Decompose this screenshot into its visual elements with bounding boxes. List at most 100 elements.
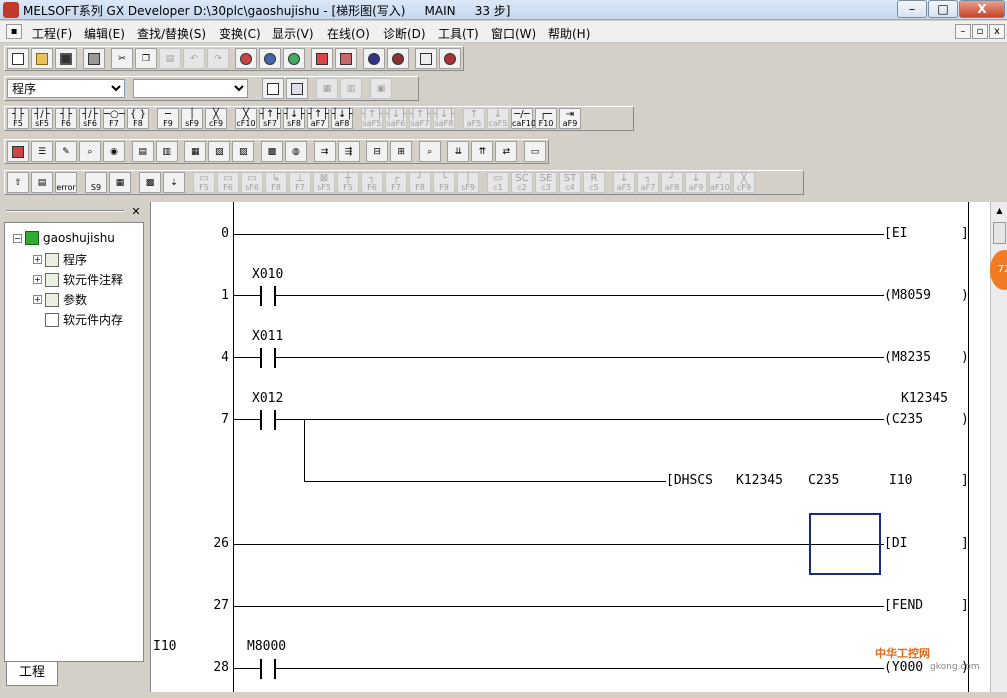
sfc-key-1[interactable]: ▭ F6 [217, 172, 239, 193]
menu-edit[interactable]: 编辑(E) [84, 25, 125, 42]
ladder-key-9[interactable]: ╳ cF10 [235, 108, 257, 129]
sfc-key-19[interactable]: ┘ aF8 [661, 172, 683, 193]
ladder-key-12[interactable]: ┤↑├ aF7 [307, 108, 329, 129]
plc-read-icon[interactable] [335, 48, 357, 69]
instruction-di[interactable]: [DI [884, 536, 907, 551]
coil-m8235[interactable]: (M8235 [884, 350, 931, 365]
ladder-editor[interactable]: 0 [EI ] X010 1 (M8059 ) X011 4 (M8235 ) … [150, 202, 990, 692]
sfc-key-9[interactable]: ┘ F8 [409, 172, 431, 193]
read-mode-icon[interactable]: ⌕ [79, 141, 101, 162]
sfc-transition-icon[interactable]: ▤ [31, 172, 53, 193]
monitor-mode-icon[interactable]: ◉ [103, 141, 125, 162]
tree-root[interactable]: − gaoshujishu [13, 231, 115, 245]
copy-icon[interactable]: ❐ [135, 48, 157, 69]
menu-diagnose[interactable]: 诊断(D) [383, 25, 426, 42]
convert-all-icon[interactable]: ⇶ [337, 141, 360, 162]
redo-icon[interactable]: ↷ [207, 48, 229, 69]
menu-help[interactable]: 帮助(H) [548, 25, 590, 42]
minimize-button[interactable]: – [897, 0, 927, 18]
insert-row-icon[interactable]: ⇊ [447, 141, 470, 162]
sfc-s1-icon[interactable]: S9 [85, 172, 107, 193]
ladder-key-15[interactable]: ┤↓├ saF6 [385, 108, 407, 129]
ladder-key-20[interactable]: ─/─ caF10 [511, 108, 536, 129]
menu-convert[interactable]: 变换(C) [219, 25, 261, 42]
maximize-button[interactable]: □ [928, 0, 958, 18]
sfc-key-10[interactable]: └ F9 [433, 172, 455, 193]
comment-display-icon[interactable]: ▤ [131, 141, 154, 162]
find-icon[interactable]: ⌕ [418, 141, 441, 162]
mdi-close-button[interactable]: x [989, 24, 1005, 39]
ladder-key-10[interactable]: ┤↑├ sF7 [259, 108, 281, 129]
delete-row-icon[interactable]: ⇈ [471, 141, 494, 162]
ladder-key-22[interactable]: ⇥ aF9 [559, 108, 581, 129]
zoom-in-icon[interactable]: ⊞ [390, 141, 413, 162]
ladder-mode-icon[interactable] [7, 141, 29, 162]
device-search-icon[interactable] [235, 48, 257, 69]
instruction-search-icon[interactable] [259, 48, 281, 69]
expand-icon[interactable]: + [33, 295, 42, 304]
write-mode-icon[interactable]: ✎ [55, 141, 77, 162]
sfc-sort-icon[interactable]: ⇣ [163, 172, 185, 193]
sfc-key-3[interactable]: ↳ F8 [265, 172, 287, 193]
ladder-key-0[interactable]: ┤├ F5 [7, 108, 29, 129]
ladder-key-6[interactable]: ─ F9 [157, 108, 179, 129]
ladder-key-18[interactable]: ↑ aF5 [463, 108, 485, 129]
sfc-grid-icon[interactable]: ▩ [139, 172, 161, 193]
collapse-icon[interactable]: − [13, 233, 22, 243]
sfc-block-icon[interactable]: ▦ [109, 172, 131, 193]
cut-icon[interactable]: ✂ [111, 48, 133, 69]
menu-view[interactable]: 显示(V) [272, 25, 314, 42]
ladder-key-7[interactable]: │ sF9 [181, 108, 203, 129]
edit-cursor[interactable] [809, 513, 881, 575]
instruction-dhscs[interactable]: [DHSCS [666, 473, 713, 488]
tree-item-parameter[interactable]: + 参数 [33, 291, 87, 308]
menu-tools[interactable]: 工具(T) [438, 25, 479, 42]
monitor-start-icon[interactable] [363, 48, 385, 69]
device-batch-icon[interactable]: ▧ [208, 141, 231, 162]
menu-online[interactable]: 在线(O) [327, 25, 370, 42]
program-list-icon[interactable] [262, 78, 284, 99]
coil-c235[interactable]: (C235 [884, 412, 923, 427]
project-tab[interactable]: 工程 [6, 662, 58, 686]
instruction-ei[interactable]: [EI [884, 226, 907, 241]
mdi-restore-button[interactable]: ▫ [972, 24, 988, 39]
comment-search-icon[interactable] [283, 48, 305, 69]
plc-write-icon[interactable] [311, 48, 333, 69]
sfc-error-icon[interactable]: error [55, 172, 77, 193]
ladder-key-13[interactable]: ┤↓├ aF8 [331, 108, 353, 129]
ladder-view-icon[interactable] [286, 78, 308, 99]
sfc-key-0[interactable]: ▭ F5 [193, 172, 215, 193]
undo-icon[interactable]: ↶ [183, 48, 205, 69]
ladder-key-19[interactable]: ↓ caF5 [487, 108, 509, 129]
scroll-up-icon[interactable]: ▲ [993, 206, 1006, 218]
sfc-key-14[interactable]: SE c3 [535, 172, 557, 193]
ladder-key-3[interactable]: ┤/├ sF6 [79, 108, 101, 129]
ladder-key-2[interactable]: ┤├ F6 [55, 108, 77, 129]
ladder-key-4[interactable]: ─○─ F7 [103, 108, 125, 129]
menu-project[interactable]: 工程(F) [32, 25, 72, 42]
sfc-key-15[interactable]: ST c4 [559, 172, 581, 193]
ladder-key-21[interactable]: ┌─ F10 [535, 108, 557, 129]
sfc-key-13[interactable]: SC c2 [511, 172, 533, 193]
device-test-icon[interactable]: ▦ [184, 141, 207, 162]
ladder-key-14[interactable]: ┤↑├ saF5 [361, 108, 383, 129]
open-folder-icon[interactable] [31, 48, 53, 69]
sfc-key-7[interactable]: ┐ F6 [361, 172, 383, 193]
close-button[interactable]: X [959, 0, 1005, 18]
sfc-key-12[interactable]: ▭ c1 [487, 172, 509, 193]
sfc-key-8[interactable]: ┌ F7 [385, 172, 407, 193]
tree-item-device-memory[interactable]: 软元件内存 [45, 311, 123, 328]
buffer-icon[interactable]: ▩ [260, 141, 283, 162]
sfc-key-5[interactable]: ⊠ sF5 [313, 172, 335, 193]
trace-icon[interactable]: ◍ [284, 141, 307, 162]
contact-x010[interactable] [260, 286, 276, 306]
sfc-step-icon[interactable]: ⇧ [7, 172, 29, 193]
coil-y000[interactable]: (Y000 [884, 660, 923, 675]
sfc-key-21[interactable]: ┘ aF10 [709, 172, 731, 193]
tree-item-device-comment[interactable]: + 软元件注释 [33, 271, 123, 288]
zoom-out-icon[interactable]: ⊟ [366, 141, 389, 162]
window-layout-icon[interactable] [415, 48, 437, 69]
sidebar-close-icon[interactable]: ✕ [130, 205, 142, 218]
contact-m8000[interactable] [260, 659, 276, 679]
screen-icon[interactable]: ▭ [524, 141, 546, 162]
